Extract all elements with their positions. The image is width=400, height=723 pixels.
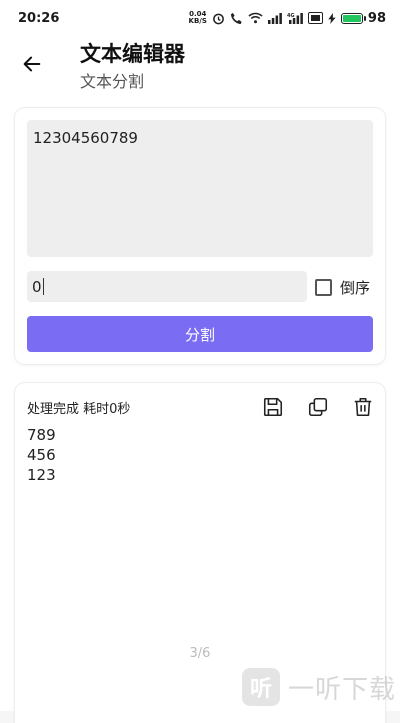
save-button[interactable]: [261, 395, 285, 419]
result-line: 456: [27, 446, 56, 464]
text-input[interactable]: 12304560789: [27, 120, 373, 257]
status-time: 20:26: [18, 10, 60, 26]
watermark-text: 一听下载: [288, 674, 397, 705]
back-button[interactable]: [18, 50, 46, 78]
app-header: 文本编辑器 文本分割: [0, 36, 400, 100]
reverse-checkbox[interactable]: [315, 279, 332, 296]
signal-4g-icon: 4G: [287, 12, 303, 24]
status-bar: 20:26 0.04 KB/S 4G 98: [0, 0, 400, 36]
result-output: 789 456 123: [27, 425, 56, 485]
wifi-icon: [248, 12, 263, 24]
status-icons: 0.04 KB/S 4G 98: [189, 11, 386, 26]
result-line: 789: [27, 426, 56, 444]
copy-icon: [308, 397, 328, 417]
split-button[interactable]: 分割: [27, 316, 373, 352]
reverse-toggle[interactable]: 倒序: [315, 277, 370, 298]
page-indicator: 3/6: [189, 646, 211, 661]
signal-icon: [267, 12, 282, 24]
battery-fill: [342, 14, 361, 22]
page-title: 文本编辑器: [80, 42, 185, 66]
battery-level: 98: [367, 10, 386, 26]
result-status: 处理完成 耗时0秒: [27, 402, 131, 417]
network-speed: 0.04 KB/S: [188, 10, 207, 25]
text-caret: [42, 278, 44, 295]
trash-icon: [354, 397, 372, 417]
save-icon: [263, 397, 283, 417]
battery-icon: [340, 12, 366, 24]
separator-input[interactable]: 0: [27, 271, 307, 302]
charging-icon: [328, 12, 336, 24]
phone-wifi-call-icon: [230, 12, 243, 25]
reverse-label: 倒序: [340, 279, 371, 297]
watermark: 听 一听下载: [242, 668, 396, 706]
arrow-left-icon: [23, 56, 41, 72]
input-card: 12304560789 0 倒序 分割: [15, 108, 385, 364]
copy-button[interactable]: [306, 395, 330, 419]
hd-icon: [307, 12, 323, 24]
watermark-logo: 听: [242, 668, 280, 706]
delete-button[interactable]: [351, 395, 375, 419]
alarm-icon: [212, 12, 225, 25]
page-subtitle: 文本分割: [80, 72, 145, 91]
result-line: 123: [27, 466, 56, 484]
